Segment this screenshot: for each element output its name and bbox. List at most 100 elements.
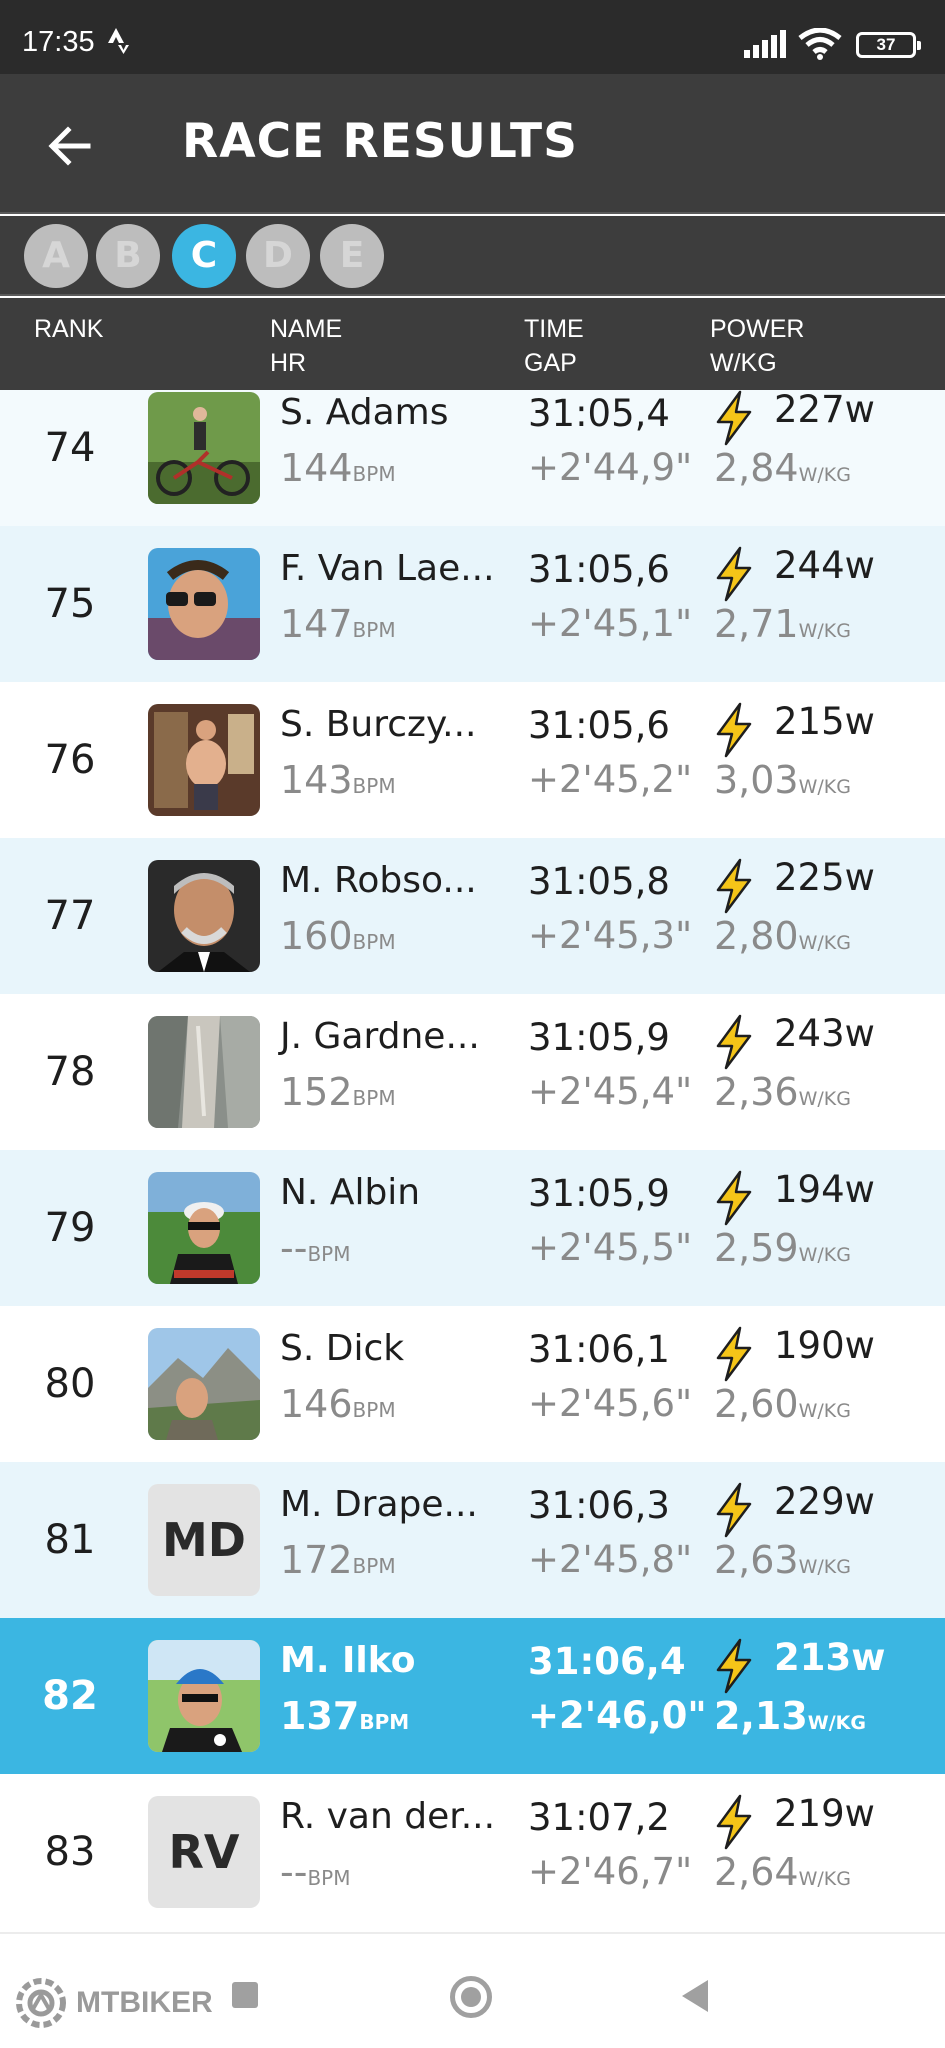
athlete-name: S. Dick [280, 1328, 405, 1369]
time-gap: +2'44,9" [528, 446, 693, 489]
home-button[interactable] [450, 1976, 492, 2018]
avatar [148, 392, 260, 504]
rank: 76 [44, 737, 96, 783]
finish-time: 31:06,4 [528, 1640, 686, 1683]
wkg-unit: W/KG [798, 1400, 851, 1422]
app-bar: RACE RESULTS [0, 74, 945, 214]
results-list[interactable]: 74 S. Adams 144BPM 31:05,4 +2'44,9" 227w… [0, 390, 945, 1932]
bpm-unit: BPM [307, 1242, 351, 1266]
heart-rate: 143BPM [280, 758, 396, 802]
watts-unit: w [844, 1324, 875, 1367]
back-arrow-icon[interactable] [44, 120, 96, 172]
hr-value: -- [280, 1226, 308, 1270]
recent-apps-button[interactable] [232, 1982, 258, 2008]
athlete-name: J. Gardne... [280, 1016, 480, 1057]
tab-category-d[interactable]: D [246, 224, 310, 288]
lightning-icon [716, 1326, 752, 1382]
result-row[interactable]: 77 M. Robso... 160BPM 31:05,8 +2'45,3" 2… [0, 838, 945, 994]
wkg-unit: W/KG [807, 1712, 866, 1734]
watts-unit: w [851, 1636, 886, 1679]
watts-value: 244 [774, 544, 845, 587]
power-watts: 244w [774, 544, 875, 587]
result-row[interactable]: 81 MD M. Drape... 172BPM 31:06,3 +2'45,8… [0, 1462, 945, 1618]
wkg-value: 2,13 [714, 1694, 808, 1738]
heart-rate: 147BPM [280, 602, 396, 646]
power-wkg: 2,80W/KG [714, 914, 851, 958]
time-gap: +2'45,5" [528, 1226, 693, 1269]
strava-icon [108, 28, 129, 54]
wifi-icon [798, 28, 842, 60]
wkg-value: 2,64 [714, 1850, 799, 1894]
bpm-unit: BPM [352, 1398, 396, 1422]
finish-time: 31:05,4 [528, 392, 670, 435]
tab-category-e[interactable]: E [320, 224, 384, 288]
col-rank[interactable]: RANK [34, 312, 103, 346]
bpm-unit: BPM [352, 618, 396, 642]
finish-time: 31:05,8 [528, 860, 670, 903]
col-time[interactable]: TIME GAP [524, 312, 584, 380]
athlete-name: R. van der... [280, 1796, 496, 1837]
result-row[interactable]: 75 F. Van Lae... 147BPM 31:05,6 +2'45,1"… [0, 526, 945, 682]
col-power[interactable]: POWER W/KG [710, 312, 804, 380]
bpm-unit: BPM [352, 1554, 396, 1578]
rank: 81 [44, 1517, 96, 1563]
back-button[interactable] [682, 1980, 708, 2012]
power-wkg: 2,13W/KG [714, 1694, 866, 1738]
wkg-value: 2,36 [714, 1070, 799, 1114]
tab-category-c[interactable]: C [172, 224, 236, 288]
power-wkg: 2,71W/KG [714, 602, 851, 646]
result-row[interactable]: 80 S. Dick 146BPM 31:06,1 +2'45,6" 190w … [0, 1306, 945, 1462]
lightning-icon [716, 858, 752, 914]
bpm-unit: BPM [307, 1866, 351, 1890]
rank: 79 [44, 1205, 96, 1251]
wkg-unit: W/KG [798, 776, 851, 798]
power-watts: 190w [774, 1324, 875, 1367]
watts-unit: w [844, 1792, 875, 1835]
col-name[interactable]: NAME HR [270, 312, 342, 380]
result-row[interactable]: 83 RV R. van der... --BPM 31:07,2 +2'46,… [0, 1774, 945, 1930]
athlete-name: N. Albin [280, 1172, 421, 1213]
hr-value: 137 [280, 1694, 360, 1738]
watts-value: 229 [774, 1480, 845, 1523]
hr-value: -- [280, 1850, 308, 1894]
result-row[interactable]: 76 S. Burczy... 143BPM 31:05,6 +2'45,2" … [0, 682, 945, 838]
watts-value: 215 [774, 700, 845, 743]
avatar-initials: MD [148, 1484, 260, 1596]
tab-category-b[interactable]: B [96, 224, 160, 288]
finish-time: 31:06,3 [528, 1484, 670, 1527]
avatar [148, 1640, 260, 1752]
heart-rate: 146BPM [280, 1382, 396, 1426]
result-row-current-user[interactable]: 82 M. Ilko 137BPM 31:06,4 +2'46,0" 213w … [0, 1618, 945, 1774]
bpm-unit: BPM [352, 930, 396, 954]
power-watts: 213w [774, 1636, 885, 1679]
power-watts: 219w [774, 1792, 875, 1835]
wkg-value: 2,60 [714, 1382, 799, 1426]
wkg-value: 2,59 [714, 1226, 799, 1270]
finish-time: 31:05,9 [528, 1172, 670, 1215]
lightning-icon [716, 1638, 752, 1694]
watts-value: 194 [774, 1168, 845, 1211]
col-wkg-label: W/KG [710, 349, 777, 377]
result-row[interactable]: 74 S. Adams 144BPM 31:05,4 +2'44,9" 227w… [0, 390, 945, 526]
result-row[interactable]: 79 N. Albin --BPM 31:05,9 +2'45,5" 194w … [0, 1150, 945, 1306]
result-row[interactable]: 78 J. Gardne... 152BPM 31:05,9 +2'45,4" … [0, 994, 945, 1150]
heart-rate: 152BPM [280, 1070, 396, 1114]
tab-category-a[interactable]: A [24, 224, 88, 288]
rank: 78 [44, 1049, 96, 1095]
wkg-value: 2,80 [714, 914, 799, 958]
power-watts: 227w [774, 390, 875, 431]
bpm-unit: BPM [352, 774, 396, 798]
wkg-unit: W/KG [798, 620, 851, 642]
time-gap: +2'45,2" [528, 758, 693, 801]
lightning-icon [716, 1014, 752, 1070]
athlete-name: F. Van Lae... [280, 548, 495, 589]
watts-unit: w [844, 856, 875, 899]
power-watts: 215w [774, 700, 875, 743]
signal-icon [744, 30, 786, 58]
hr-value: 152 [280, 1070, 353, 1114]
col-power-label: POWER [710, 315, 805, 343]
heart-rate: --BPM [280, 1226, 350, 1270]
wkg-unit: W/KG [798, 932, 851, 954]
power-wkg: 3,03W/KG [714, 758, 851, 802]
lightning-icon [716, 702, 752, 758]
